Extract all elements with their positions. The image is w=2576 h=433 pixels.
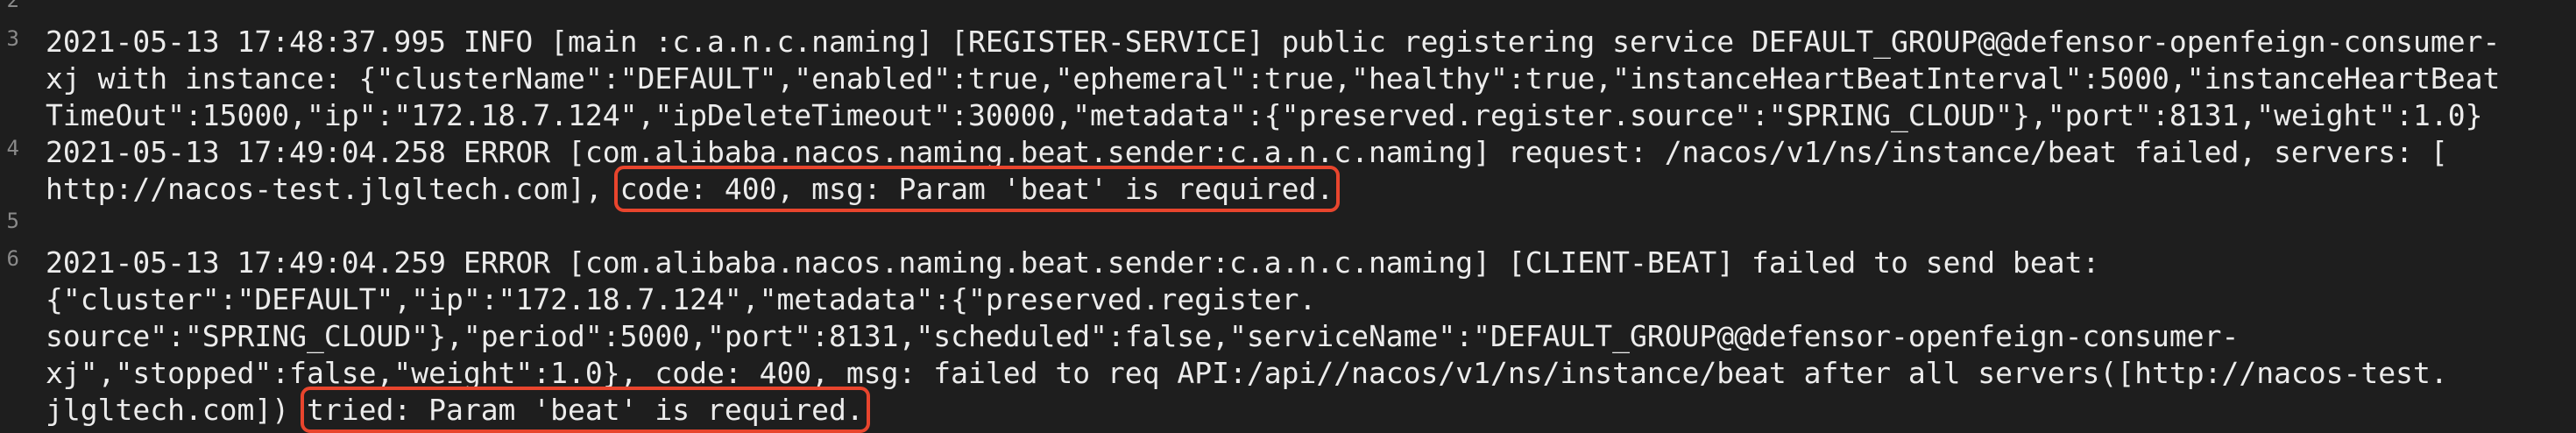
log-line: {"cluster":"DEFAULT","ip":"172.18.7.124"… [46, 282, 1317, 316]
log-line: http://nacos-test.jlgltech.com], code: 4… [46, 166, 1341, 212]
log-line: xj with instance: {"clusterName":"DEFAUL… [46, 61, 2501, 96]
log-line: 2021-05-13 17:48:37.995 INFO [main :c.a.… [46, 25, 2501, 59]
log-line: xj","stopped":false,"weight":1.0}, code:… [46, 356, 2448, 390]
highlighted-error-message: code: 400, msg: Param 'beat' is required… [613, 166, 1341, 212]
log-line-text: http://nacos-test.jlgltech.com], [46, 172, 620, 206]
line-number: 4 [6, 136, 19, 160]
log-line: TimeOut":15000,"ip":"172.18.7.124","ipDe… [46, 98, 2483, 132]
log-line: source":"SPRING_CLOUD"},"period":5000,"p… [46, 319, 2240, 353]
line-number-gutter: 2 3 4 5 6 [0, 0, 28, 433]
log-line: jlgltech.com]) tried: Param 'beat' is re… [46, 387, 870, 433]
log-viewer[interactable]: 2 3 4 5 6 2021-05-13 17:48:37.995 INFO [… [0, 0, 2576, 433]
highlighted-error-message: tried: Param 'beat' is required. [301, 387, 870, 433]
log-line: 2021-05-13 17:49:04.259 ERROR [com.aliba… [46, 245, 2100, 280]
log-line-text: jlgltech.com]) [46, 393, 308, 427]
line-number: 2 [6, 0, 19, 12]
line-number: 6 [6, 246, 19, 271]
line-number: 5 [6, 209, 19, 233]
log-line: 2021-05-13 17:49:04.258 ERROR [com.aliba… [46, 135, 2448, 169]
log-text-area[interactable]: 2021-05-13 17:48:37.995 INFO [main :c.a.… [46, 0, 2576, 433]
line-number: 3 [6, 26, 19, 51]
